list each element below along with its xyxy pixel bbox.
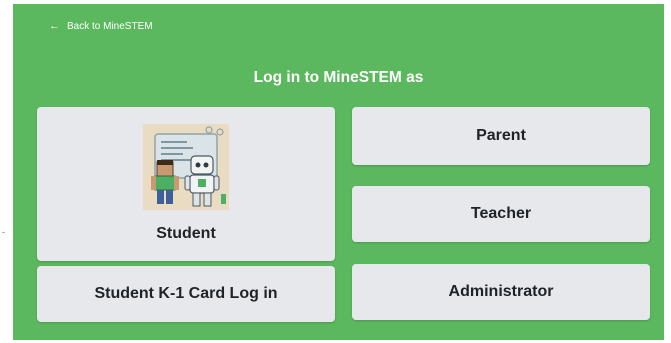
edge-marker: -: [2, 227, 5, 237]
parent-label: Parent: [476, 127, 526, 144]
student-k1-card-login-button[interactable]: Student K-1 Card Log in: [37, 266, 335, 322]
page-title: Log in to MineSTEM as: [253, 69, 424, 86]
student-k1-label: Student K-1 Card Log in: [94, 285, 278, 302]
login-panel: ← Back to MineSTEM Log in to MineSTEM as: [13, 4, 664, 340]
teacher-label: Teacher: [470, 205, 532, 222]
parent-login-button[interactable]: Parent: [352, 107, 650, 165]
student-login-button[interactable]: Student: [37, 107, 335, 261]
teacher-login-button[interactable]: Teacher: [352, 186, 650, 242]
arrow-left-icon: ←: [49, 20, 60, 32]
administrator-label: Administrator: [448, 283, 554, 300]
back-link-label: Back to MineSTEM: [67, 21, 153, 32]
student-label: Student: [156, 225, 216, 242]
student-robot-illustration: [143, 124, 229, 210]
back-link[interactable]: ← Back to MineSTEM: [49, 20, 153, 33]
administrator-login-button[interactable]: Administrator: [352, 264, 650, 320]
